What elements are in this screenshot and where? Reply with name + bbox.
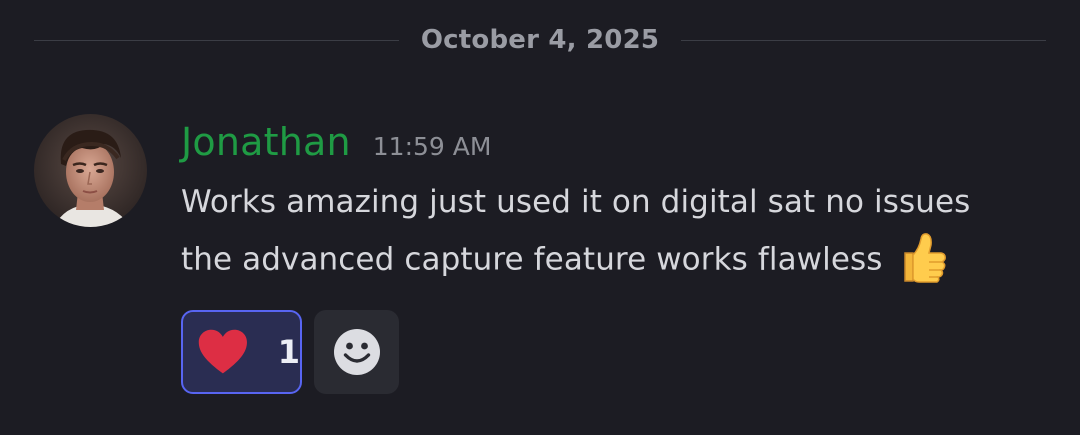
message-header: Jonathan 11:59 AM	[181, 120, 491, 170]
heart-icon	[198, 329, 247, 374]
avatar[interactable]	[34, 114, 147, 227]
message-text-line-2-wrap: the advanced capture feature works flawl…	[181, 231, 1061, 291]
avatar-image	[34, 114, 147, 227]
add-reaction-button[interactable]	[314, 310, 399, 394]
message-content: Works amazing just used it on digital sa…	[181, 174, 1061, 291]
date-divider: October 4, 2025	[34, 18, 1046, 62]
message-text-line-2: the advanced capture feature works flawl…	[181, 241, 883, 278]
reactions-bar: 1	[181, 310, 399, 394]
message-text-line-1: Works amazing just used it on digital sa…	[181, 184, 971, 220]
reaction-count: 1	[277, 333, 300, 371]
divider-line-left	[34, 39, 399, 41]
smiley-icon	[333, 329, 380, 375]
divider-line-right	[681, 39, 1046, 41]
thumbs-up-icon	[889, 227, 949, 287]
heart-reaction-button[interactable]: 1	[181, 310, 302, 394]
message-timestamp[interactable]: 11:59 AM	[373, 132, 492, 161]
author-name[interactable]: Jonathan	[181, 120, 351, 164]
date-divider-label: October 4, 2025	[420, 25, 660, 55]
